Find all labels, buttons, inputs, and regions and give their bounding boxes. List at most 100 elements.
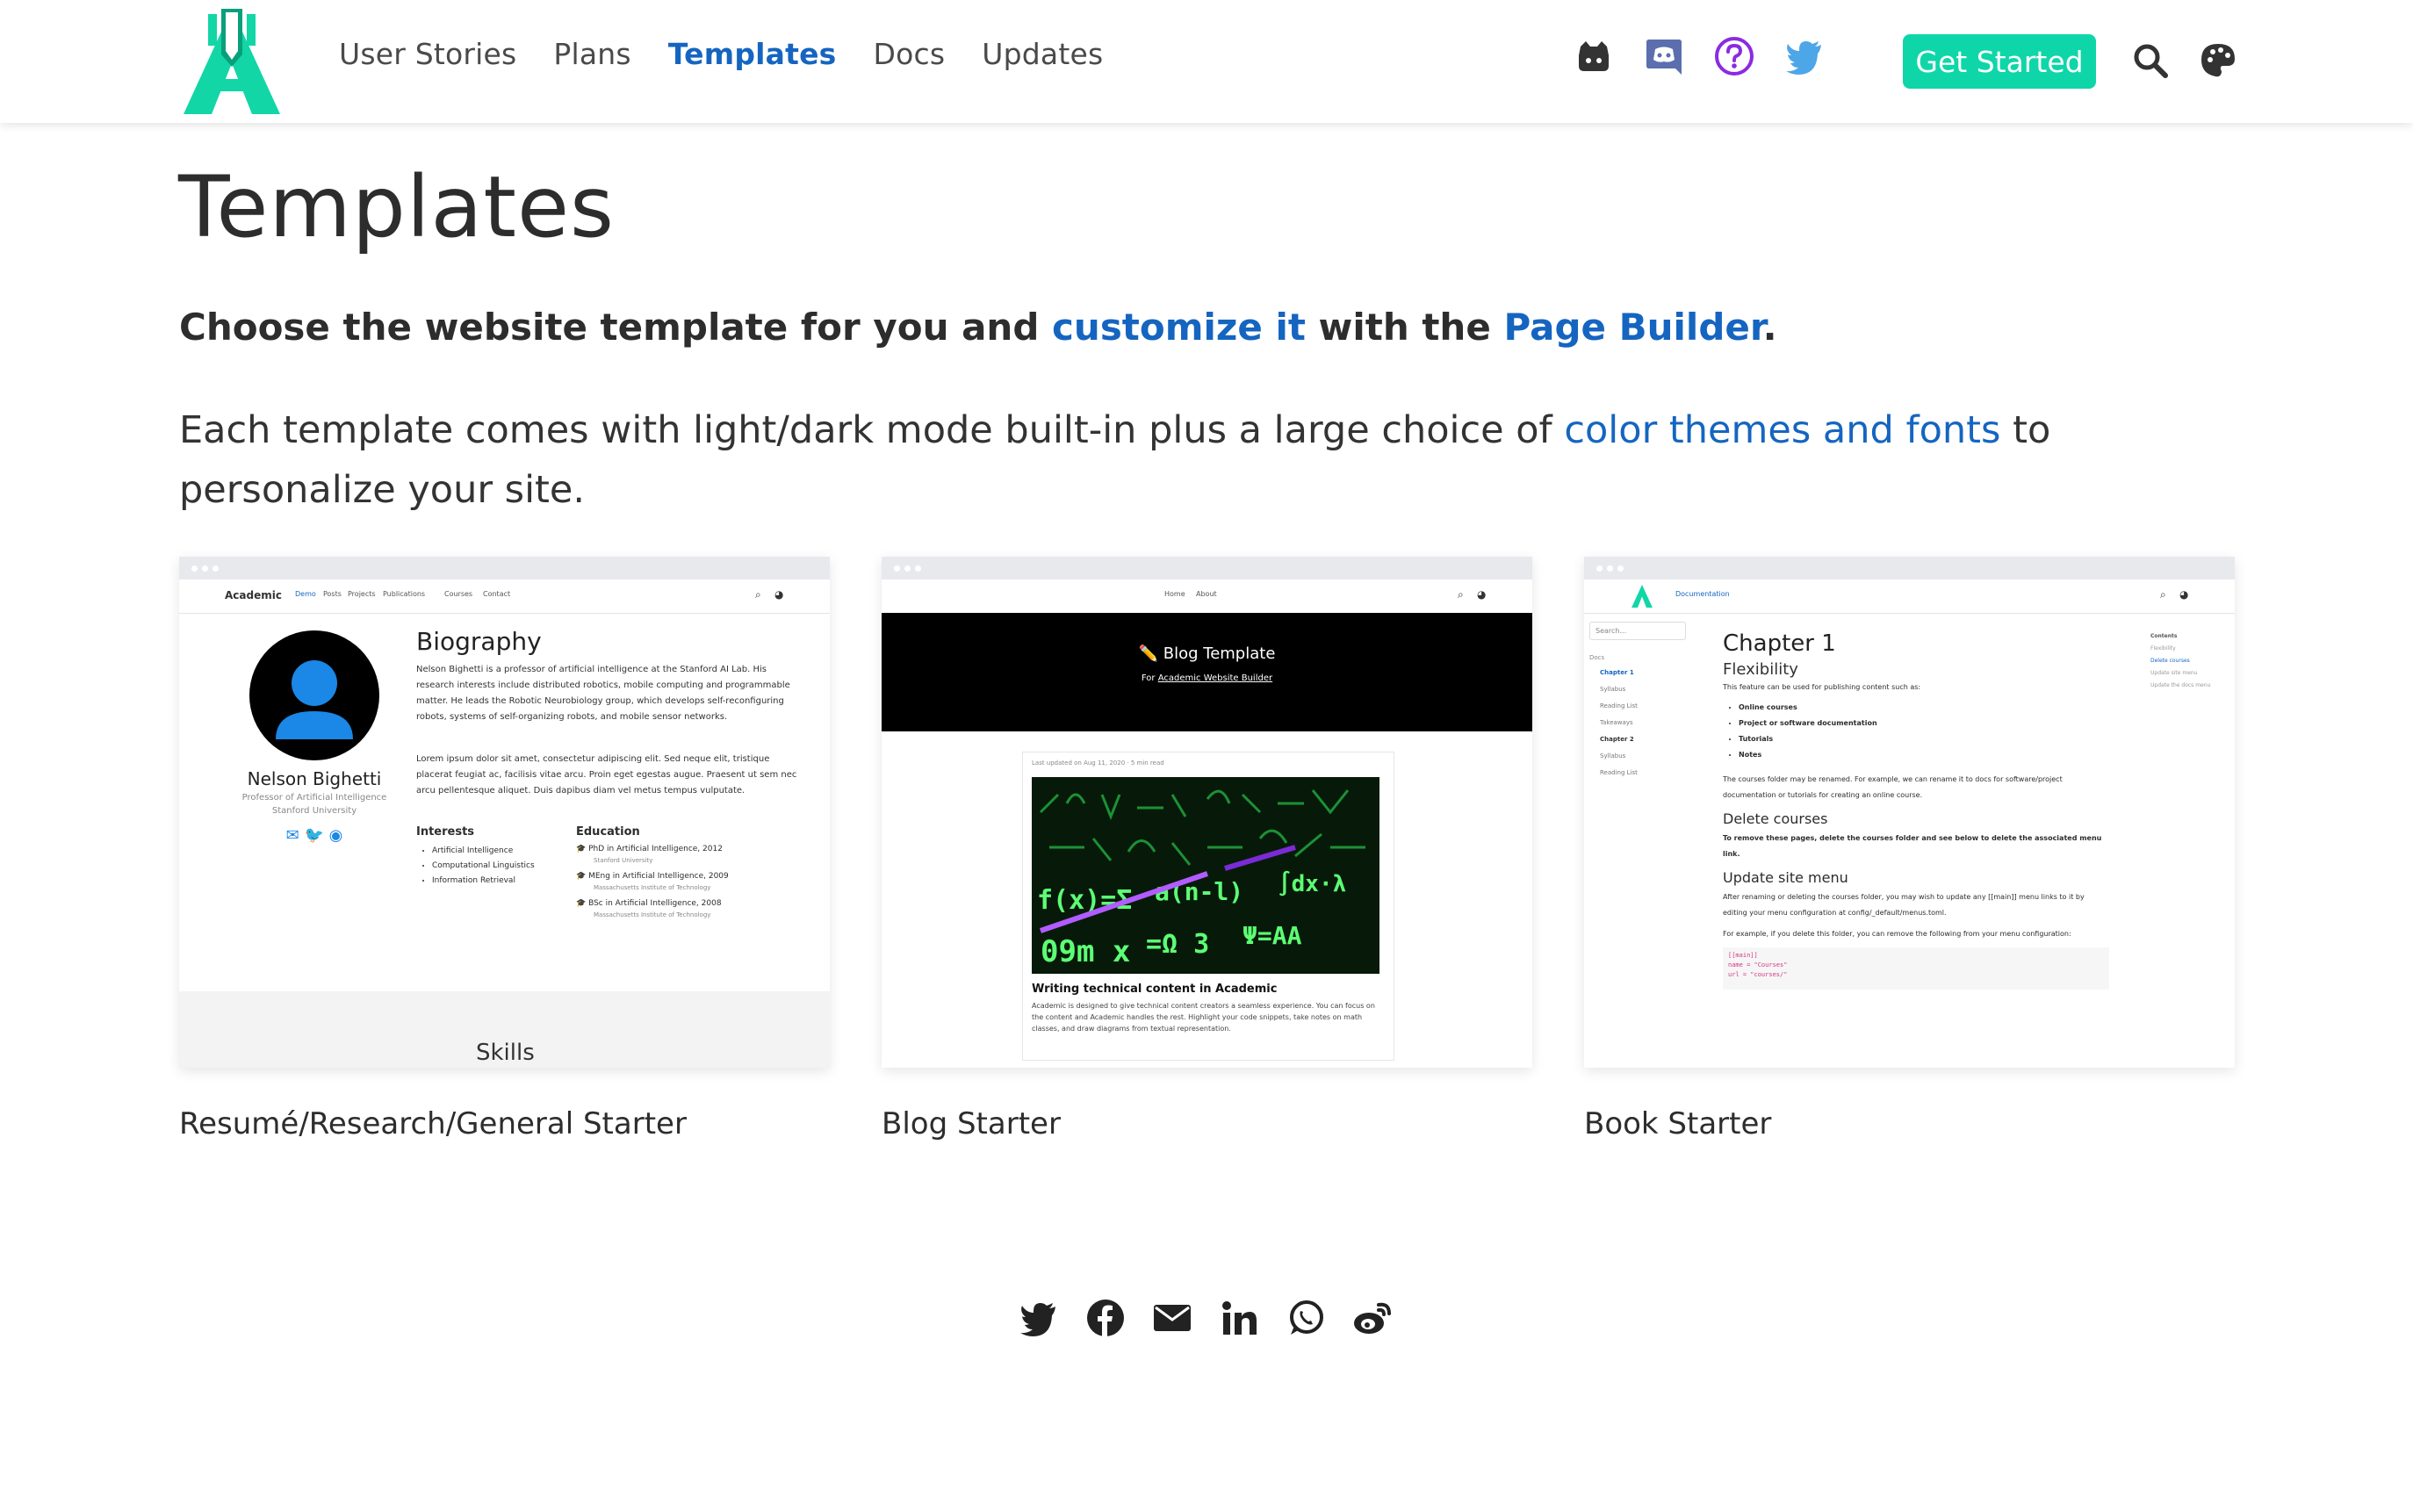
docs-bullet: Tutorials	[1739, 731, 2109, 747]
preview-menu-item: About	[1196, 590, 1217, 598]
preview-search-icon: ⌕	[1458, 588, 1464, 601]
toc-item: Delete courses	[2150, 658, 2190, 664]
svg-text:f(x)=Σ: f(x)=Σ	[1037, 885, 1132, 916]
education-item: 🎓 MEng in Artificial Intelligence, 2009 M…	[576, 872, 729, 891]
email-icon[interactable]	[1152, 1298, 1192, 1338]
page-title: Templates	[178, 158, 616, 256]
preview-menu-item: Courses	[444, 590, 473, 598]
toc-item: Update the docs menu	[2150, 682, 2211, 688]
facebook-icon[interactable]	[1085, 1298, 1126, 1338]
post-excerpt: Academic is designed to give technical c…	[1032, 1002, 1375, 1033]
preview-menu-item: Home	[1164, 590, 1185, 598]
preview-logo-icon	[1631, 585, 1653, 608]
lead-text-3: .	[1762, 306, 1777, 349]
preview-palette-icon: ◕	[2179, 588, 2189, 601]
twitter-icon[interactable]	[1784, 36, 1825, 76]
profile-role: Professor of Artificial Intelligence	[241, 793, 387, 803]
weibo-icon[interactable]	[1352, 1298, 1393, 1338]
main-nav: User Stories Plans Templates Docs Update…	[339, 37, 1103, 71]
preview-palette-icon: ◕	[1477, 588, 1487, 601]
docs-search-input: Search...	[1589, 622, 1686, 640]
template-preview-blog[interactable]: Home About ⌕ ◕ ✏️ Blog Template For Acad…	[882, 557, 1532, 1068]
profile-avatar	[249, 630, 379, 760]
get-started-button[interactable]: Get Started	[1903, 34, 2096, 89]
preview-palette-icon: ◕	[774, 588, 784, 601]
docs-bullet: Notes	[1739, 747, 2109, 763]
desc-text-1: Each template comes with light/dark mode…	[179, 408, 1565, 452]
page-builder-link[interactable]: Page Builder	[1503, 306, 1762, 349]
preview-menu-item: Demo	[295, 590, 316, 598]
svg-text:=Ω 3: =Ω 3	[1146, 929, 1209, 960]
github-icon[interactable]	[1574, 36, 1614, 76]
code-block: [[main]] name = "Courses" url = "courses…	[1723, 947, 2109, 990]
search-icon[interactable]	[2131, 41, 2170, 80]
discord-icon[interactable]	[1644, 36, 1684, 76]
blog-hero-title: ✏️ Blog Template	[1138, 644, 1276, 663]
docs-nav-item: Syllabus	[1600, 752, 1626, 760]
svg-text:09m x: 09m x	[1041, 934, 1130, 969]
docs-paragraph: This feature can be used for publishing …	[1723, 683, 1921, 691]
share-buttons	[1019, 1298, 1393, 1338]
social-links	[1574, 36, 1825, 76]
preview-menu-item: Contact	[483, 590, 511, 598]
docs-bullet: Project or software documentation	[1739, 716, 2109, 731]
education-item: 🎓 BSc in Artificial Intelligence, 2008 Ma…	[576, 899, 722, 918]
palette-icon[interactable]	[2199, 41, 2237, 80]
preview-menu-item: Documentation	[1675, 590, 1730, 598]
preview-menu-item: Posts	[323, 590, 342, 598]
twitter-icon[interactable]	[1019, 1298, 1059, 1338]
browser-chrome	[179, 557, 830, 580]
template-label-book[interactable]: Book Starter	[1584, 1106, 2235, 1141]
toc-title: Contents	[2150, 633, 2178, 639]
nav-updates[interactable]: Updates	[982, 37, 1103, 71]
skills-heading: Skills	[476, 1040, 535, 1066]
template-preview-resume[interactable]: Academic Demo Posts Projects Publication…	[179, 557, 830, 1068]
help-icon[interactable]	[1714, 36, 1754, 76]
profile-org: Stanford University	[271, 806, 357, 816]
page-description: Each template comes with light/dark mode…	[179, 400, 2243, 520]
interest-item: Computational Linguistics	[432, 859, 574, 874]
template-preview-book[interactable]: Documentation ⌕ ◕ Search... Docs Chapter…	[1584, 557, 2235, 1068]
template-card-book[interactable]: Documentation ⌕ ◕ Search... Docs Chapter…	[1584, 557, 2235, 1141]
customize-link[interactable]: customize it	[1052, 306, 1306, 349]
template-label-resume[interactable]: Resumé/Research/General Starter	[179, 1106, 830, 1141]
section-heading: Delete courses	[1723, 810, 1828, 827]
docs-nav-item: Takeaways	[1600, 719, 1633, 726]
preview-navbar: Academic Demo Posts Projects Publication…	[179, 580, 830, 614]
nav-user-stories[interactable]: User Stories	[339, 37, 516, 71]
docs-toc: Contents Flexibility Delete courses Upda…	[2150, 630, 2231, 692]
svg-text:∫dx·λ: ∫dx·λ	[1278, 870, 1346, 897]
docs-paragraph: The courses folder may be renamed. For e…	[1723, 775, 2063, 799]
docs-content: Chapter 1 Flexibility This feature can b…	[1723, 630, 2109, 990]
lead-text-1: Choose the website template for you and	[179, 306, 1053, 349]
preview-search-icon: ⌕	[2160, 588, 2166, 601]
template-card-resume[interactable]: Academic Demo Posts Projects Publication…	[179, 557, 830, 1141]
nav-templates[interactable]: Templates	[668, 37, 837, 71]
svg-text:a(n-l): a(n-l)	[1155, 877, 1243, 906]
page-lead: Choose the website template for you and …	[179, 306, 1777, 349]
skills-section: Skills	[179, 991, 830, 1068]
nav-plans[interactable]: Plans	[553, 37, 630, 71]
preview-navbar: Home About ⌕ ◕	[882, 580, 1532, 614]
template-card-blog[interactable]: Home About ⌕ ◕ ✏️ Blog Template For Acad…	[882, 557, 1532, 1141]
lead-text-2: with the	[1305, 306, 1504, 349]
docs-bullet: Online courses	[1739, 700, 2109, 716]
preview-navbar: Documentation ⌕ ◕	[1584, 580, 2235, 614]
color-themes-link[interactable]: color themes and fonts	[1564, 408, 2000, 452]
education-heading: Education	[576, 825, 640, 839]
docs-paragraph: After renaming or deleting the courses f…	[1723, 893, 2085, 917]
docs-sidebar: Search... Docs Chapter 1 Syllabus Readin…	[1589, 622, 1695, 781]
docs-nav-item: Chapter 2	[1600, 736, 1634, 743]
template-label-blog[interactable]: Blog Starter	[882, 1106, 1532, 1141]
profile-info: Nelson Bighetti Professor of Artificial …	[214, 768, 414, 845]
site-logo-icon[interactable]	[184, 9, 280, 114]
preview-menu-item: Publications	[383, 590, 426, 598]
whatsapp-icon[interactable]	[1286, 1298, 1326, 1338]
profile-social-icons: ✉ 🐦 ◉	[285, 826, 343, 845]
linkedin-icon[interactable]	[1219, 1298, 1259, 1338]
nav-docs[interactable]: Docs	[874, 37, 946, 71]
toc-item: Flexibility	[2150, 645, 2176, 652]
blog-hero: ✏️ Blog Template For Academic Website Bu…	[882, 613, 1532, 731]
education-section: Education 🎓 PhD in Artificial Intelligen…	[576, 825, 813, 921]
docs-nav-item: Reading List	[1600, 769, 1638, 776]
